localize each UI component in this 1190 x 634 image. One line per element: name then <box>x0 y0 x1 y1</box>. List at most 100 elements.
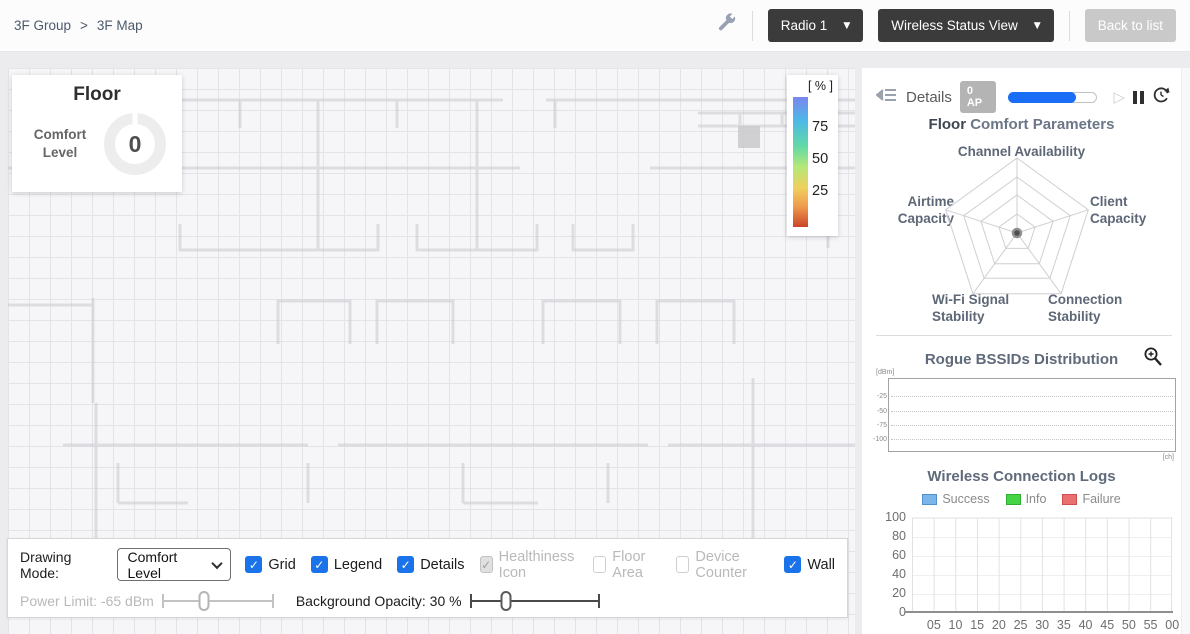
rogue-y-tick-label: -75 <box>876 422 887 430</box>
rogue-y-tick-label: -25 <box>876 393 887 401</box>
checkbox-box[interactable] <box>245 556 263 573</box>
heat-scale-legend: [ % ] 75 50 25 <box>787 75 838 236</box>
view-select-button[interactable]: Wireless Status View ▼ <box>878 9 1054 42</box>
legend-gradient-bar <box>793 97 808 227</box>
logs-y-tick-label: 0 <box>899 605 906 619</box>
legend-item: Failure <box>1062 492 1121 506</box>
timeline-progress-bar[interactable] <box>1008 91 1098 103</box>
logs-x-tick-label: 00 <box>1165 618 1180 632</box>
legend-swatch <box>1062 493 1078 505</box>
rogue-bssids-chart: -25 -50 -75 -100 <box>873 378 1176 452</box>
background-opacity-label: Background Opacity: 30 % <box>295 593 462 609</box>
checkbox-label: Details <box>420 556 465 573</box>
view-select-label: Wireless Status View <box>891 18 1018 33</box>
comfort-level-label: Comfort Level <box>33 127 87 160</box>
legend-swatch <box>1005 493 1021 505</box>
logs-x-tick-label: 55 <box>1143 618 1158 632</box>
rogue-y-tick-label: -50 <box>876 407 887 415</box>
divider <box>751 10 753 41</box>
dropdown-arrow-icon: ▼ <box>843 20 851 31</box>
divider <box>1068 10 1070 41</box>
pause-button[interactable] <box>1133 90 1144 104</box>
radio-select-label: Radio 1 <box>780 18 828 33</box>
rogue-gridline: -25 <box>877 393 1173 400</box>
logs-legend: Success Info Failure <box>862 492 1181 506</box>
checkbox-box[interactable] <box>397 556 415 573</box>
dropdown-arrow-icon: ▼ <box>1033 20 1041 31</box>
logs-section-title: Wireless Connection Logs <box>927 468 1116 485</box>
option-checkbox[interactable]: Legend <box>310 556 382 573</box>
occupied-grid-cell <box>738 126 760 148</box>
option-checkbox[interactable]: Grid <box>245 556 296 573</box>
legend-swatch <box>922 493 938 505</box>
logs-y-axis: 100 80 60 40 20 0 <box>866 510 906 619</box>
rogue-gridline: -100 <box>873 436 1173 443</box>
radio-select-button[interactable]: Radio 1 ▼ <box>767 9 864 42</box>
gauge-notch <box>132 113 138 124</box>
legend-ticks: 75 50 25 <box>812 97 836 227</box>
play-button[interactable]: ▷ <box>1113 88 1125 106</box>
power-limit-slider-thumb <box>198 591 210 611</box>
comfort-level-gauge: 0 <box>104 113 166 175</box>
background-opacity-slider[interactable] <box>469 590 600 612</box>
legend-item: Success <box>922 492 990 506</box>
drawing-mode-select[interactable]: Comfort Level <box>116 548 232 581</box>
logs-y-tick-label: 60 <box>892 548 906 562</box>
refresh-icon[interactable] <box>1152 86 1170 109</box>
option-checkbox[interactable]: Details <box>397 556 465 573</box>
legend-tick: 75 <box>812 119 829 135</box>
drawing-controls-bar: Drawing Mode: Comfort Level Grid Legend … <box>7 538 848 618</box>
checkbox-label: Grid <box>268 556 296 573</box>
breadcrumb-group-link[interactable]: 3F Group <box>14 18 71 33</box>
legend-item: Info <box>1005 492 1047 506</box>
checkbox-box[interactable] <box>593 556 607 573</box>
rogue-gridline: -75 <box>877 422 1173 429</box>
option-checkbox[interactable]: Floor Area <box>593 549 661 581</box>
logs-x-tick-label: 45 <box>1100 618 1115 632</box>
background-opacity-slider-thumb[interactable] <box>500 591 512 611</box>
breadcrumb-separator: > <box>80 18 88 33</box>
checkbox-label: Wall <box>807 556 836 573</box>
chevron-down-icon <box>210 557 223 569</box>
checkbox-label: Floor Area <box>612 548 646 581</box>
back-to-list-button[interactable]: Back to list <box>1084 9 1176 42</box>
panel-scrollbar[interactable] <box>1181 68 1190 634</box>
rogue-y-tick-label: -100 <box>872 436 887 444</box>
collapse-details-icon[interactable] <box>875 87 898 108</box>
legend-item-label: Info <box>1025 492 1047 506</box>
map-option-checkboxes: Grid Legend Details Healthiness Icon <box>245 549 835 581</box>
timeline-progress-fill <box>1008 91 1077 103</box>
logs-x-tick-label: 50 <box>1121 618 1136 632</box>
logs-y-tick-label: 80 <box>892 529 906 543</box>
logs-x-tick-label: 05 <box>926 618 941 632</box>
checkbox-box[interactable] <box>479 556 493 573</box>
logs-plot-area <box>912 517 1172 612</box>
checkbox-box[interactable] <box>676 556 690 573</box>
legend-unit-label: [ % ] <box>807 79 833 93</box>
logs-x-tick-label: 30 <box>1035 618 1050 632</box>
option-checkbox[interactable]: Wall <box>784 556 835 573</box>
breadcrumb-current: 3F Map <box>96 18 143 33</box>
checkbox-box[interactable] <box>784 556 802 573</box>
legend-tick: 25 <box>812 183 829 199</box>
ap-count-badge: 0 AP <box>959 81 997 113</box>
wrench-icon[interactable] <box>716 12 737 39</box>
logs-y-tick-label: 40 <box>892 567 906 581</box>
radar-title-rest: Comfort Parameters <box>970 116 1115 133</box>
logs-x-tick-label: 10 <box>948 618 963 632</box>
section-divider <box>876 335 1172 336</box>
breadcrumb: 3F Group > 3F Map <box>14 18 143 33</box>
logs-x-tick-label: 40 <box>1078 618 1093 632</box>
option-checkbox[interactable]: Device Counter <box>676 549 769 581</box>
power-limit-slider <box>161 590 274 612</box>
details-label: Details <box>906 88 952 106</box>
top-bar: 3F Group > 3F Map Radio 1 ▼ Wireless Sta… <box>0 0 1190 52</box>
logs-y-tick-label: 20 <box>892 586 906 600</box>
radar-title-strong: Floor <box>928 116 967 133</box>
checkbox-box[interactable] <box>310 556 328 573</box>
rogue-gridline: -50 <box>877 408 1173 415</box>
details-panel: Details 0 AP ▷ Floor Comfort Parameters … <box>862 68 1190 634</box>
zoom-in-icon[interactable] <box>1143 346 1163 372</box>
option-checkbox[interactable]: Healthiness Icon <box>479 549 579 581</box>
logs-x-tick-label: 35 <box>1056 618 1071 632</box>
